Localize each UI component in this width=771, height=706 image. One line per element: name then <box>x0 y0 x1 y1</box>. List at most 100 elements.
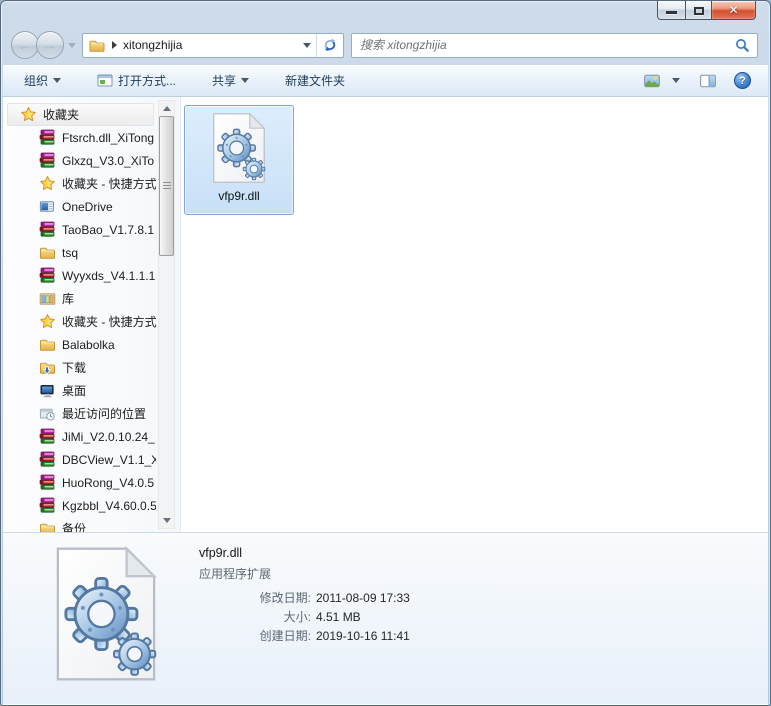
maximize-button[interactable] <box>685 1 712 20</box>
rar-archive-icon <box>39 129 56 146</box>
file-list-area[interactable]: vfp9r.dll <box>181 97 768 532</box>
new-folder-button[interactable]: 新建文件夹 <box>276 67 354 94</box>
details-fields: 修改日期:2011-08-09 17:33 大小:4.51 MB 创建日期:20… <box>199 589 410 646</box>
back-icon: ← <box>18 38 32 52</box>
rar-archive-icon <box>39 428 56 445</box>
refresh-button[interactable] <box>316 34 343 57</box>
open-with-button[interactable]: 打开方式... <box>88 67 185 94</box>
sidebar-item-label: JiMi_V2.0.10.24_ <box>62 430 155 444</box>
scroll-grip-icon <box>163 182 171 190</box>
scroll-up-button[interactable] <box>159 101 174 116</box>
sidebar-item-tsq[interactable]: tsq <box>3 241 156 264</box>
chevron-down-icon <box>53 78 61 83</box>
history-dropdown-icon[interactable] <box>68 43 76 48</box>
maximize-icon <box>694 7 704 15</box>
details-label: 修改日期: <box>199 589 311 608</box>
organize-button[interactable]: 组织 <box>15 67 70 94</box>
sidebar-item-downloads[interactable]: 下载 <box>3 356 156 379</box>
sidebar-item-dbcview[interactable]: DBCView_V1.1_X <box>3 448 156 471</box>
chevron-down-icon <box>672 78 680 83</box>
details-file-type: 应用程序扩展 <box>199 565 410 582</box>
scroll-down-icon <box>163 518 171 523</box>
details-row-modified: 修改日期: 2011-08-09 17:33 <box>199 589 410 608</box>
help-button[interactable]: ? <box>729 68 756 93</box>
content-area: 收藏夹 Ftsrch.dll_XiTong Glxzq_V3.0_XiTo 收藏… <box>3 97 768 532</box>
share-button[interactable]: 共享 <box>203 67 258 94</box>
file-details: vfp9r.dll 应用程序扩展 修改日期:2011-08-09 17:33 大… <box>199 545 410 704</box>
rar-archive-icon <box>39 474 56 491</box>
sidebar-item-favorites-shortcut-1[interactable]: 收藏夹 - 快捷方式 <box>3 172 156 195</box>
sidebar-item-wyyxds[interactable]: Wyyxds_V4.1.1.1 <box>3 264 156 287</box>
sidebar-scrollbar[interactable] <box>158 100 175 529</box>
preview-pane-icon <box>700 74 716 88</box>
window-body: 组织 打开方式... 共享 新建文件夹 ? <box>3 65 768 705</box>
command-toolbar: 组织 打开方式... 共享 新建文件夹 ? <box>3 65 768 97</box>
sidebar-item-label: 下载 <box>62 359 86 376</box>
new-folder-label: 新建文件夹 <box>285 72 345 89</box>
titlebar[interactable]: ✕ <box>1 1 770 29</box>
sidebar-item-backup[interactable]: 备份 <box>3 517 156 532</box>
sidebar-item-label: Glxzq_V3.0_XiTo <box>62 154 154 168</box>
breadcrumb-path[interactable]: xitongzhijia <box>123 38 298 52</box>
file-item-vfp9r-dll[interactable]: vfp9r.dll <box>184 105 294 215</box>
onedrive-icon <box>39 199 56 214</box>
sidebar-item-huorong[interactable]: HuoRong_V4.0.5 <box>3 471 156 494</box>
sidebar-item-label: Balabolka <box>62 338 115 352</box>
rar-archive-icon <box>39 497 56 514</box>
details-pane: vfp9r.dll 应用程序扩展 修改日期:2011-08-09 17:33 大… <box>3 532 768 704</box>
breadcrumb-arrow-icon[interactable] <box>112 41 117 49</box>
address-folder-icon <box>88 38 106 53</box>
details-row-created: 创建日期:2019-10-16 11:41 <box>199 627 410 646</box>
address-dropdown-button[interactable] <box>298 34 316 57</box>
chevron-down-icon <box>303 43 311 48</box>
download-folder-icon <box>39 360 56 375</box>
details-value: 2019-10-16 11:41 <box>316 629 410 643</box>
scrollbar-thumb[interactable] <box>159 116 174 256</box>
organize-label: 组织 <box>24 72 48 89</box>
folder-icon <box>39 521 56 532</box>
back-button[interactable]: ← <box>11 31 39 59</box>
share-label: 共享 <box>212 72 236 89</box>
sidebar-item-favorites[interactable]: 收藏夹 <box>7 103 154 126</box>
folder-icon <box>39 337 56 352</box>
sidebar-item-label: 最近访问的位置 <box>62 405 146 422</box>
forward-button[interactable]: → <box>36 31 64 59</box>
search-input[interactable] <box>352 38 735 52</box>
sidebar-item-favorites-shortcut-2[interactable]: 收藏夹 - 快捷方式 <box>3 310 156 333</box>
sidebar-item-label: 备份 <box>62 520 86 532</box>
sidebar-item-kgzbbl[interactable]: Kgzbbl_V4.60.0.5 <box>3 494 156 517</box>
details-value: 4.51 MB <box>316 610 361 624</box>
sidebar-item-jimi[interactable]: JiMi_V2.0.10.24_ <box>3 425 156 448</box>
sidebar-item-desktop[interactable]: 桌面 <box>3 379 156 402</box>
sidebar-item-glxzq[interactable]: Glxzq_V3.0_XiTo <box>3 149 156 172</box>
sidebar-item-taobao[interactable]: TaoBao_V1.7.8.1 <box>3 218 156 241</box>
rar-archive-icon <box>39 152 56 169</box>
sidebar-item-label: 收藏夹 - 快捷方式 <box>62 175 156 192</box>
sidebar-item-libraries[interactable]: 库 <box>3 287 156 310</box>
sidebar-item-onedrive[interactable]: OneDrive <box>3 195 156 218</box>
search-icon <box>735 38 750 53</box>
navigation-bar: ← → xitongzhijia <box>1 29 770 65</box>
change-view-button[interactable] <box>639 70 685 92</box>
sidebar-item-label: tsq <box>62 246 78 260</box>
star-icon <box>39 175 56 192</box>
sidebar-item-label: Kgzbbl_V4.60.0.5 <box>62 499 156 513</box>
sidebar-item-recent-places[interactable]: 最近访问的位置 <box>3 402 156 425</box>
sidebar-item-label: Ftsrch.dll_XiTong <box>62 131 154 145</box>
desktop-monitor-icon <box>39 383 56 398</box>
minimize-button[interactable] <box>657 1 686 20</box>
folder-icon <box>39 245 56 260</box>
details-value: 2011-08-09 17:33 <box>316 591 410 605</box>
details-file-name: vfp9r.dll <box>199 546 410 560</box>
explorer-window: ✕ ← → xitongzhijia <box>0 0 771 706</box>
preview-pane-button[interactable] <box>695 70 721 92</box>
sidebar-item-ftsrch[interactable]: Ftsrch.dll_XiTong <box>3 126 156 149</box>
navigation-pane: 收藏夹 Ftsrch.dll_XiTong Glxzq_V3.0_XiTo 收藏… <box>3 97 181 532</box>
scroll-down-button[interactable] <box>159 513 174 528</box>
star-icon <box>39 313 56 330</box>
close-button[interactable]: ✕ <box>711 1 756 20</box>
rar-archive-icon <box>39 267 56 284</box>
sidebar-item-balabolka[interactable]: Balabolka <box>3 333 156 356</box>
address-bar[interactable]: xitongzhijia <box>82 33 344 58</box>
sidebar-item-label: 收藏夹 - 快捷方式 <box>62 313 156 330</box>
